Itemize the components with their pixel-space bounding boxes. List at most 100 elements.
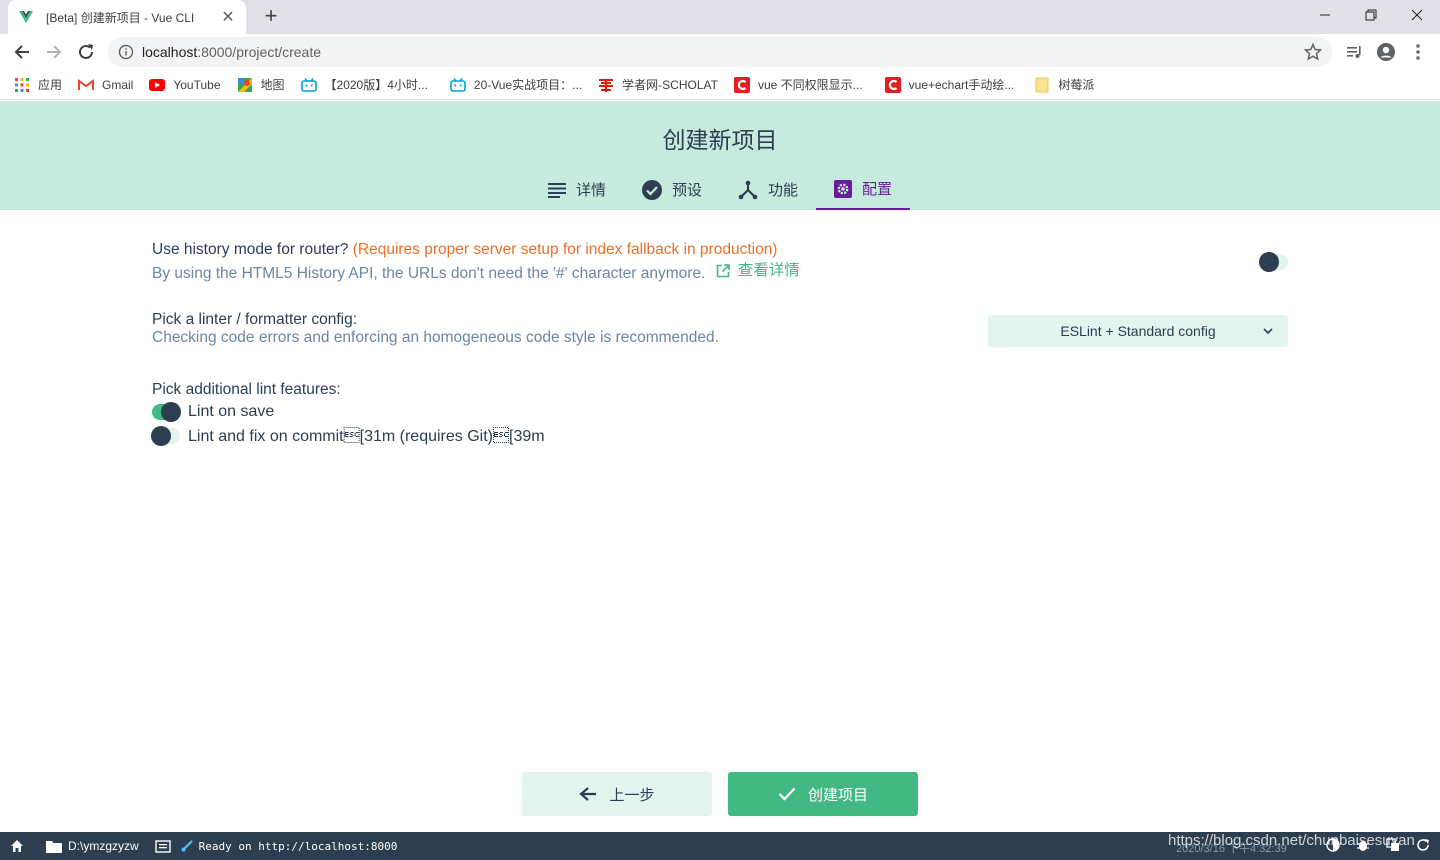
toggle-knob (1259, 252, 1279, 272)
bookmarks-bar: 应用 Gmail YouTube 地图 【2020版】4小时... 20-Vue… (0, 70, 1440, 100)
browser-tabstrip: [Beta] 创建新项目 - Vue CLI ✕ + (0, 0, 1440, 34)
forward-arrow-icon[interactable] (42, 40, 66, 64)
console-log[interactable]: Ready on http://localhost:8000 (154, 839, 398, 853)
open-in-new-icon (716, 264, 730, 278)
previous-step-label: 上一步 (609, 786, 655, 804)
browser-menu-icon[interactable] (1408, 42, 1428, 62)
bookmark-csdn-1[interactable]: vue 不同权限显示... (733, 76, 863, 93)
bookmark-apps[interactable]: 应用 (14, 76, 62, 93)
scholat-icon (598, 77, 614, 93)
bookmark-label: 树莓派 (1058, 78, 1095, 92)
bookmark-youtube[interactable]: YouTube (149, 77, 221, 93)
lint-on-save-option[interactable]: Lint on save (152, 400, 1288, 424)
bookmark-label: 20-Vue实战项目：... (473, 78, 583, 92)
folder-icon (46, 840, 62, 853)
toggle-knob (151, 426, 171, 446)
page-header: 创建新项目 详情 预设 功能 配置 (0, 101, 1440, 210)
reload-icon[interactable] (74, 40, 98, 64)
router-history-row: Use history mode for router? (Requires p… (152, 240, 1288, 284)
url-host: localhost (142, 44, 198, 60)
previous-step-button[interactable]: 上一步 (522, 772, 712, 816)
bookmark-label: YouTube (173, 77, 221, 92)
bookmark-bilibili-1[interactable]: 【2020版】4小时... (300, 76, 428, 93)
csdn-icon (733, 76, 750, 93)
bookmark-folder[interactable]: 树莓派 (1034, 76, 1094, 93)
router-warning: (Requires proper server setup for index … (352, 241, 778, 258)
more-info-label: 查看详情 (737, 262, 800, 279)
settings-icon (834, 179, 853, 198)
tab-presets[interactable]: 预设 (624, 169, 720, 210)
page-title: 创建新项目 (662, 127, 778, 153)
toggle-knob (161, 402, 181, 422)
tab-config[interactable]: 配置 (816, 169, 911, 210)
lint-features-row: Pick additional lint features: Lint on s… (151, 380, 1288, 448)
lint-on-commit-toggle[interactable] (151, 426, 180, 446)
folder-path-text: D:\ymzgzyzw (68, 839, 139, 853)
bilibili-icon (300, 77, 317, 93)
option-label: Lint on save (188, 403, 275, 420)
bookmark-gmail[interactable]: Gmail (78, 77, 133, 93)
bookmark-scholat[interactable]: 学者网-SCHOLAT (598, 76, 718, 93)
bookmark-star-icon[interactable] (1304, 43, 1322, 61)
more-info-link[interactable]: 查看详情 (716, 261, 800, 281)
tab-label: 预设 (671, 182, 702, 199)
watermark: https://blog.csdn.net/chunbaisesuyan (1168, 832, 1415, 849)
bookmark-label: vue 不同权限显示... (757, 78, 863, 92)
merge-icon (738, 180, 758, 199)
bookmark-csdn-2[interactable]: vue+echart手动绘... (884, 76, 1015, 93)
home-button[interactable] (10, 839, 30, 853)
console-icon (154, 839, 171, 853)
bookmark-label: Gmail (102, 77, 134, 92)
tab-close-icon[interactable]: ✕ (220, 7, 236, 27)
tab-label: 功能 (768, 182, 799, 199)
router-description-text: By using the HTML5 History API, the URLs… (152, 265, 706, 282)
vue-logo-icon (19, 11, 33, 23)
browser-tab[interactable]: [Beta] 创建新项目 - Vue CLI ✕ (8, 0, 246, 34)
lint-on-save-toggle[interactable] (152, 402, 181, 422)
home-icon (11, 840, 23, 852)
create-project-button[interactable]: 创建项目 (728, 772, 918, 816)
check-circle-icon (641, 179, 662, 200)
tab-details[interactable]: 详情 (530, 169, 624, 210)
lint-on-commit-option[interactable]: Lint and fix on commit[31m (requires Gi… (151, 424, 1288, 448)
restore-icon[interactable] (1348, 0, 1394, 30)
bookmark-label: 【2020版】4小时... (324, 78, 428, 92)
linter-selected-value: ESLint + Standard config (1060, 323, 1216, 339)
option-label: Lint and fix on commit[31m (requires Gi… (188, 427, 545, 445)
gmail-icon (78, 77, 95, 93)
refresh-icon[interactable] (1416, 838, 1430, 852)
brush-icon (181, 840, 193, 852)
bookmark-label: vue+echart手动绘... (908, 78, 1015, 92)
folder-path[interactable]: D:\ymzgzyzw (46, 839, 139, 853)
router-history-toggle[interactable] (1259, 252, 1288, 272)
log-text: Ready on http://localhost:8000 (198, 839, 398, 853)
url-text[interactable]: localhost:8000/project/create (142, 44, 321, 60)
info-icon[interactable] (118, 44, 134, 60)
minimize-icon[interactable] (1302, 0, 1348, 30)
browser-toolbar: localhost:8000/project/create (0, 34, 1440, 70)
folder-icon (1034, 77, 1050, 93)
bookmark-maps[interactable]: 地图 (237, 76, 285, 93)
lint-features-prompt: Pick additional lint features: (152, 381, 341, 398)
url-path: :8000/project/create (197, 44, 322, 60)
media-queue-icon[interactable] (1344, 42, 1364, 62)
router-prompt: Use history mode for router? (Requires p… (152, 240, 1288, 260)
csdn-icon (884, 76, 901, 93)
linter-row: Pick a linter / formatter config: Checki… (152, 311, 1288, 351)
router-description: By using the HTML5 History API, the URLs… (152, 261, 1288, 284)
bookmark-bilibili-2[interactable]: 20-Vue实战项目：... (450, 76, 582, 93)
window-close-icon[interactable] (1394, 0, 1440, 30)
bilibili-icon (450, 77, 466, 93)
linter-select[interactable]: ESLint + Standard config (988, 315, 1288, 347)
new-tab-button[interactable]: + (259, 5, 283, 29)
address-bar[interactable]: localhost:8000/project/create (108, 37, 1332, 67)
step-tabs: 详情 预设 功能 配置 (0, 169, 1440, 210)
back-arrow-icon[interactable] (10, 40, 34, 64)
tab-features[interactable]: 功能 (720, 169, 816, 210)
arrow-left-icon (579, 787, 597, 801)
chevron-down-icon (1263, 328, 1273, 335)
profile-avatar-icon[interactable] (1376, 42, 1396, 62)
bookmark-label: 学者网-SCHOLAT (622, 78, 718, 92)
bookmark-label: 地图 (260, 78, 285, 92)
bookmark-label: 应用 (38, 78, 63, 92)
